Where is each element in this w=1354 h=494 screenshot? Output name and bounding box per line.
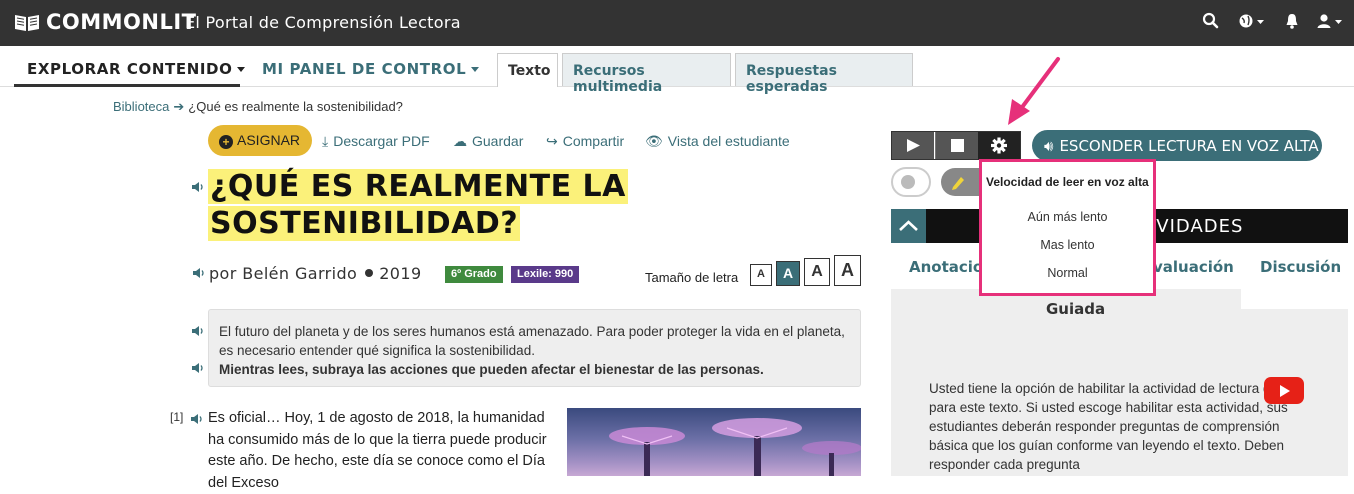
speaker-icon: 🔊︎ <box>1044 137 1054 155</box>
font-size-xs-button[interactable]: A <box>750 264 772 286</box>
speed-dropdown-title: Velocidad de leer en voz alta <box>986 175 1149 189</box>
brand-name[interactable]: COMMONLIT <box>46 10 197 34</box>
assign-label: ASIGNAR <box>237 132 301 148</box>
intro-instruction: Mientras lees, subraya las acciones que … <box>219 362 764 377</box>
speaker-icon[interactable] <box>191 181 205 193</box>
breadcrumb-library[interactable]: Biblioteca <box>113 99 169 114</box>
stop-button[interactable] <box>935 132 978 159</box>
speaker-icon[interactable] <box>192 267 206 279</box>
article-title: ¿QUÉ ES REALMENTE LA SOSTENIBILIDAD? <box>208 168 628 242</box>
tab-discussion[interactable]: Discusión <box>1260 258 1341 276</box>
pencil-icon <box>952 177 964 190</box>
chevron-up-icon <box>899 220 918 231</box>
toggle-knob <box>901 175 915 189</box>
speaker-icon[interactable] <box>190 413 204 425</box>
play-icon <box>907 139 920 152</box>
hide-read-aloud-button[interactable]: 🔊︎ ESCONDER LECTURA EN VOZ ALTA <box>1032 130 1322 161</box>
hide-read-aloud-label: ESCONDER LECTURA EN VOZ ALTA <box>1059 137 1319 155</box>
download-pdf-label: Descargar PDF <box>333 133 430 149</box>
chevron-down-icon <box>471 67 480 72</box>
gear-icon <box>991 137 1007 154</box>
paragraph-number: [1] <box>170 410 184 424</box>
save-link[interactable]: ☁ Guardar <box>453 133 523 150</box>
speed-option-normal[interactable]: Normal <box>982 266 1153 280</box>
title-line-1: ¿QUÉ ES REALMENTE LA <box>208 169 628 204</box>
font-size-label: Tamaño de letra <box>645 270 739 285</box>
highlighter-button[interactable] <box>941 168 979 196</box>
speaker-icon[interactable] <box>191 362 205 374</box>
search-icon[interactable] <box>1202 11 1220 31</box>
speed-option-slower[interactable]: Mas lento <box>982 238 1153 252</box>
top-bar: COMMONLIT El Portal de Comprensión Lecto… <box>0 0 1354 46</box>
byline: por Belén Garrido 2019 <box>209 264 422 283</box>
read-aloud-player <box>891 131 1021 160</box>
author: por Belén Garrido <box>209 264 358 283</box>
arrow-right-icon: ➔ <box>173 99 185 114</box>
stop-icon <box>951 139 964 152</box>
guided-description: Usted tiene la opción de habilitar la ac… <box>929 381 1304 472</box>
intro-line-2: es necesario entender qué significa la s… <box>219 343 535 358</box>
student-view-link[interactable]: 👁 Vista del estudiante <box>645 133 790 150</box>
lexile-badge: Lexile: 990 <box>511 266 580 283</box>
guided-heading: Guiada <box>1046 300 1106 318</box>
download-icon: ⤓ <box>322 133 329 149</box>
paragraph-text: Es oficial… Hoy, 1 de agosto de 2018, la… <box>208 410 547 491</box>
dashboard-label: MI PANEL DE CONTROL <box>262 60 467 78</box>
download-pdf-link[interactable]: ⤓ Descargar PDF <box>322 133 430 150</box>
title-line-2: SOSTENIBILIDAD? <box>208 206 521 241</box>
year: 2019 <box>379 264 422 283</box>
brand-subtitle: El Portal de Comprensión Lectora <box>185 13 461 32</box>
intro-line-1: El futuro del planeta y de los seres hum… <box>219 324 845 339</box>
globe-icon[interactable] <box>1238 11 1268 31</box>
collapse-button[interactable] <box>891 209 926 243</box>
assign-button[interactable]: + ASIGNAR <box>208 125 312 156</box>
tab-text[interactable]: Texto <box>497 53 558 87</box>
share-label: Compartir <box>562 133 625 149</box>
share-arrow-icon: ↪ <box>546 133 558 149</box>
tab-multimedia[interactable]: Recursos multimedia <box>562 53 731 95</box>
play-triangle <box>1280 385 1290 397</box>
share-link[interactable]: ↪ Compartir <box>546 133 624 150</box>
student-view-label: Vista del estudiante <box>667 133 790 149</box>
eye-icon: 👁 <box>645 133 663 149</box>
supertree-image <box>609 418 861 476</box>
activities-title: IVIDADES <box>1150 216 1244 237</box>
breadcrumb: Biblioteca ➔ ¿Qué es realmente la sostenib… <box>113 99 403 115</box>
cloud-save-icon: ☁ <box>453 133 467 149</box>
play-button[interactable] <box>892 132 934 159</box>
breadcrumb-current: ¿Qué es realmente la sostenibilidad? <box>188 99 403 114</box>
font-size-l-button[interactable]: A <box>834 255 861 286</box>
dashboard-menu[interactable]: MI PANEL DE CONTROL <box>262 60 480 78</box>
font-size-s-button[interactable]: A <box>776 261 800 286</box>
nav-active-underline <box>14 84 240 87</box>
save-label: Guardar <box>472 133 524 149</box>
annotation-toggle[interactable] <box>891 167 931 197</box>
discussion-tab-bg <box>1241 243 1348 309</box>
explore-content-menu[interactable]: EXPLORAR CONTENIDO <box>27 60 246 78</box>
tab-evaluation[interactable]: valuación <box>1153 258 1234 276</box>
speed-option-slowest[interactable]: Aún más lento <box>982 210 1153 224</box>
intro-box: El futuro del planeta y de los seres hum… <box>208 309 861 387</box>
article-photo <box>567 408 861 476</box>
speaker-icon[interactable] <box>191 325 205 337</box>
explore-content-label: EXPLORAR CONTENIDO <box>27 60 233 78</box>
bell-icon[interactable] <box>1285 11 1299 31</box>
font-size-m-button[interactable]: A <box>804 258 830 286</box>
chevron-down-icon <box>237 67 246 72</box>
tab-expected-answers[interactable]: Respuestas esperadas <box>735 53 913 95</box>
bullet-dot <box>365 269 374 277</box>
user-icon[interactable] <box>1317 11 1345 31</box>
youtube-icon[interactable] <box>1264 377 1304 404</box>
book-logo-icon[interactable] <box>14 12 40 32</box>
speed-dropdown: Velocidad de leer en voz alta Aún más le… <box>979 159 1156 296</box>
annotation-arrow-icon <box>1008 57 1060 125</box>
plus-circle-icon: + <box>219 135 233 149</box>
grade-badge: 6º Grado <box>445 266 503 283</box>
settings-button[interactable] <box>978 132 1020 159</box>
